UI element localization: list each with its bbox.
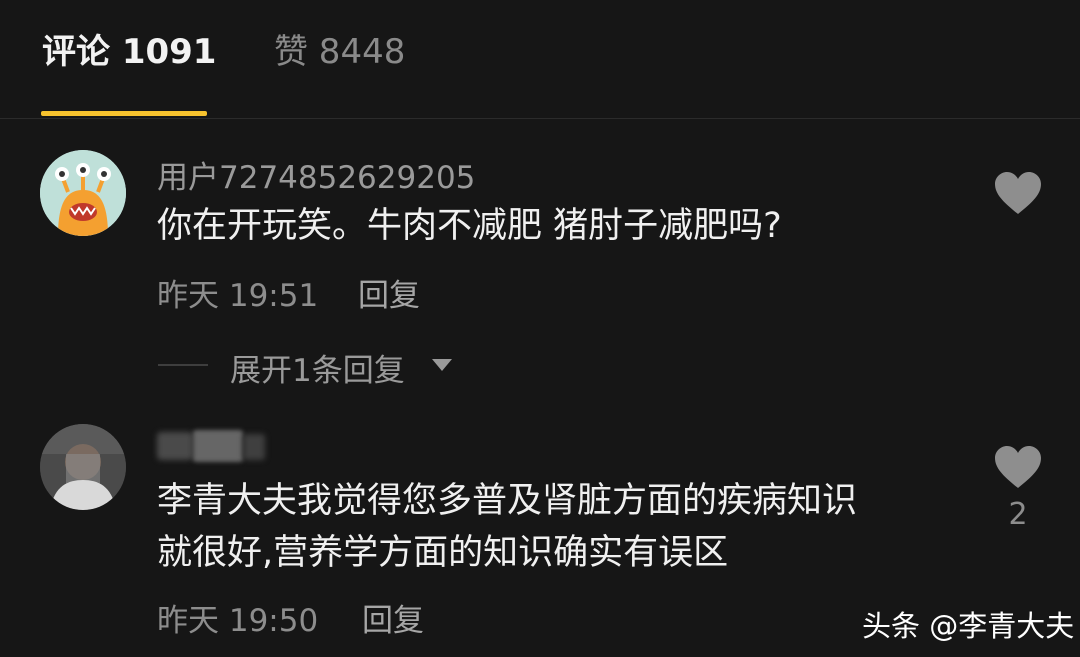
reply-button[interactable]: 回复 [362, 595, 424, 640]
divider-line [158, 364, 208, 366]
comment-timestamp: 昨天 19:51 [157, 278, 319, 314]
heart-icon[interactable] [993, 444, 1043, 490]
avatar[interactable] [40, 150, 126, 236]
tab-likes[interactable]: 赞 8448 [274, 30, 405, 74]
comment-text-line-2: 就很好,营养学方面的知识确实有误区 [157, 533, 729, 573]
tab-comments[interactable]: 评论 1091 [42, 30, 216, 74]
active-tab-indicator [41, 111, 207, 116]
blurred-person-avatar-icon [40, 424, 126, 510]
avatar-blurred[interactable] [40, 424, 126, 510]
comment-username[interactable]: 用户7274852629205 [157, 152, 475, 197]
watermark: 头条 @李青大夫 [862, 609, 1075, 643]
expand-replies-label: 展开1条回复 [230, 353, 405, 389]
monster-avatar-icon [40, 150, 126, 236]
reply-button[interactable]: 回复 [358, 270, 420, 315]
comment-text: 你在开玩笑。牛肉不减肥 猪肘子减肥吗? [157, 206, 782, 246]
comment-username-blurred[interactable] [157, 428, 267, 464]
heart-icon[interactable] [993, 170, 1043, 216]
comment-timestamp: 昨天 19:50 [157, 603, 319, 639]
caret-down-icon [432, 359, 452, 371]
comment-text-line-1: 李青大夫我觉得您多普及肾脏方面的疾病知识 [157, 481, 858, 521]
comment-tabs: 评论 1091 赞 8448 [0, 0, 1080, 119]
like-count: 2 [1008, 497, 1028, 532]
